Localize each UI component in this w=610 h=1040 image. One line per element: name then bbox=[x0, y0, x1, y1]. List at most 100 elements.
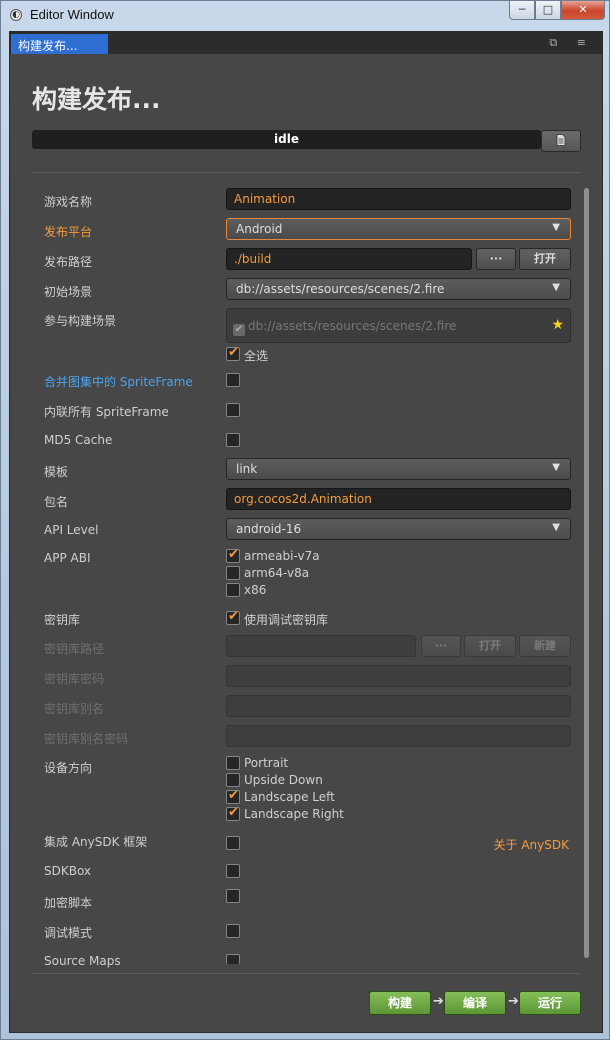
start-scene-select[interactable]: db://assets/resources/scenes/2.fire ▼ bbox=[226, 278, 571, 300]
build-path-input[interactable]: ./build bbox=[226, 248, 472, 270]
compile-button[interactable]: 编译 bbox=[444, 991, 506, 1015]
sdkbox-label: SDKBox bbox=[44, 864, 92, 878]
use-debug-keystore-checkbox[interactable] bbox=[226, 609, 240, 625]
included-scenes-label: 参与构建场景 bbox=[44, 314, 117, 328]
open-build-path-button[interactable]: 打开 bbox=[519, 248, 571, 270]
window-title: Editor Window bbox=[30, 7, 114, 22]
abi-x86-checkbox[interactable] bbox=[226, 583, 240, 597]
orientation-upside-down-label: Upside Down bbox=[244, 773, 323, 787]
browse-keystore-button[interactable]: ··· bbox=[421, 635, 461, 657]
md5-cache-checkbox[interactable] bbox=[226, 433, 240, 447]
encrypt-js-label: 加密脚本 bbox=[44, 896, 93, 910]
source-maps-checkbox[interactable] bbox=[226, 954, 240, 964]
inline-spriteframe-checkbox[interactable] bbox=[226, 403, 240, 417]
tab-menu-icon[interactable]: ⧉ ≡ bbox=[549, 36, 594, 50]
inline-spriteframe-label: 内联所有 SpriteFrame bbox=[44, 405, 169, 419]
api-level-value: android-16 bbox=[236, 522, 302, 536]
dropdown-arrow-icon: ▼ bbox=[552, 282, 560, 293]
keystore-path-label: 密钥库路径 bbox=[44, 642, 105, 656]
keystore-label: 密钥库 bbox=[44, 613, 81, 627]
orientation-landscape-left-label: Landscape Left bbox=[244, 790, 335, 804]
close-button[interactable]: ✕ bbox=[561, 1, 605, 20]
template-value: link bbox=[236, 462, 258, 476]
arrow-right-icon: ➔ bbox=[508, 994, 519, 1009]
run-button[interactable]: 运行 bbox=[519, 991, 581, 1015]
orientation-label: 设备方向 bbox=[44, 761, 93, 775]
package-name-label: 包名 bbox=[44, 495, 69, 509]
title-bar[interactable]: ◐ Editor Window ─ □ ✕ bbox=[1, 1, 609, 31]
template-select[interactable]: link ▼ bbox=[226, 458, 571, 480]
log-button[interactable] bbox=[541, 130, 581, 152]
arrow-right-icon: ➔ bbox=[433, 994, 444, 1009]
star-icon: ★ bbox=[551, 317, 564, 333]
build-progress-bar: idle bbox=[32, 130, 541, 149]
platform-label: 发布平台 bbox=[44, 225, 93, 239]
orientation-landscape-left-checkbox[interactable] bbox=[226, 788, 240, 804]
abi-x86-label: x86 bbox=[244, 583, 267, 597]
debug-mode-checkbox[interactable] bbox=[226, 924, 240, 938]
page-title: 构建发布... bbox=[32, 85, 161, 114]
build-button[interactable]: 构建 bbox=[369, 991, 431, 1015]
tab-build[interactable]: 构建发布... bbox=[11, 34, 108, 54]
template-label: 模板 bbox=[44, 465, 69, 479]
platform-select[interactable]: Android ▼ bbox=[226, 218, 571, 240]
app-abi-label: APP ABI bbox=[44, 551, 91, 565]
tab-bar: 构建发布... ⧉ ≡ bbox=[10, 32, 602, 54]
orientation-portrait-label: Portrait bbox=[244, 756, 289, 770]
orientation-landscape-right-label: Landscape Right bbox=[244, 807, 344, 821]
encrypt-js-checkbox[interactable] bbox=[226, 889, 240, 903]
scrollbar[interactable] bbox=[584, 188, 589, 958]
log-file-icon bbox=[556, 134, 566, 146]
keystore-alias-input[interactable] bbox=[226, 695, 571, 717]
minimize-button[interactable]: ─ bbox=[509, 1, 535, 20]
keystore-alias-label: 密钥库别名 bbox=[44, 702, 105, 716]
use-debug-keystore-label: 使用调试密钥库 bbox=[244, 613, 329, 627]
keystore-password-input[interactable] bbox=[226, 665, 571, 687]
checkbox-disabled-icon: ✔ bbox=[233, 324, 245, 336]
platform-value: Android bbox=[236, 222, 283, 236]
divider bbox=[32, 973, 580, 974]
app-icon: ◐ bbox=[10, 9, 22, 21]
source-maps-label: Source Maps bbox=[44, 954, 121, 968]
merge-spriteframe-checkbox[interactable] bbox=[226, 373, 240, 387]
keystore-password-label: 密钥库密码 bbox=[44, 672, 105, 686]
maximize-button[interactable]: □ bbox=[535, 1, 561, 20]
game-name-input[interactable]: Animation bbox=[226, 188, 571, 210]
open-keystore-button[interactable]: 打开 bbox=[464, 635, 516, 657]
orientation-upside-down-checkbox[interactable] bbox=[226, 773, 240, 787]
select-all-checkbox[interactable] bbox=[226, 345, 240, 361]
sdkbox-checkbox[interactable] bbox=[226, 864, 240, 878]
browse-build-path-button[interactable]: ··· bbox=[476, 248, 516, 270]
md5-cache-label: MD5 Cache bbox=[44, 433, 113, 447]
select-all-label: 全选 bbox=[244, 349, 269, 363]
start-scene-label: 初始场景 bbox=[44, 285, 93, 299]
new-keystore-button[interactable]: 新建 bbox=[519, 635, 571, 657]
editor-window: ◐ Editor Window ─ □ ✕ 构建发布... ⧉ ≡ 构建发布..… bbox=[0, 0, 610, 1040]
abi-armeabi-v7a-checkbox[interactable] bbox=[226, 547, 240, 563]
api-level-select[interactable]: android-16 ▼ bbox=[226, 518, 571, 540]
keystore-alias-password-input[interactable] bbox=[226, 725, 571, 747]
start-scene-value: db://assets/resources/scenes/2.fire bbox=[236, 282, 445, 296]
anysdk-checkbox[interactable] bbox=[226, 836, 240, 850]
scrollbar-thumb[interactable] bbox=[584, 188, 589, 958]
divider bbox=[32, 172, 580, 173]
game-name-label: 游戏名称 bbox=[44, 195, 93, 209]
dropdown-arrow-icon: ▼ bbox=[552, 222, 560, 233]
window-controls: ─ □ ✕ bbox=[509, 1, 605, 21]
abi-armeabi-v7a-label: armeabi-v7a bbox=[244, 549, 320, 563]
abi-arm64-v8a-label: arm64-v8a bbox=[244, 566, 310, 580]
build-path-label: 发布路径 bbox=[44, 255, 93, 269]
anysdk-label: 集成 AnySDK 框架 bbox=[44, 835, 148, 849]
about-anysdk-link[interactable]: 关于 AnySDK bbox=[494, 836, 569, 853]
keystore-path-input[interactable] bbox=[226, 635, 416, 657]
build-panel: 构建发布... ⧉ ≡ 构建发布... idle 游戏名称 Animation … bbox=[9, 31, 603, 1033]
orientation-landscape-right-checkbox[interactable] bbox=[226, 805, 240, 821]
scene-list: ✔ db://assets/resources/scenes/2.fire ★ bbox=[226, 308, 571, 343]
abi-arm64-v8a-checkbox[interactable] bbox=[226, 566, 240, 580]
dropdown-arrow-icon: ▼ bbox=[552, 462, 560, 473]
merge-spriteframe-label: 合并图集中的 SpriteFrame bbox=[44, 375, 193, 389]
package-name-input[interactable]: org.cocos2d.Animation bbox=[226, 488, 571, 510]
scene-list-item[interactable]: ✔ db://assets/resources/scenes/2.fire bbox=[233, 319, 456, 336]
orientation-portrait-checkbox[interactable] bbox=[226, 756, 240, 770]
api-level-label: API Level bbox=[44, 523, 99, 537]
